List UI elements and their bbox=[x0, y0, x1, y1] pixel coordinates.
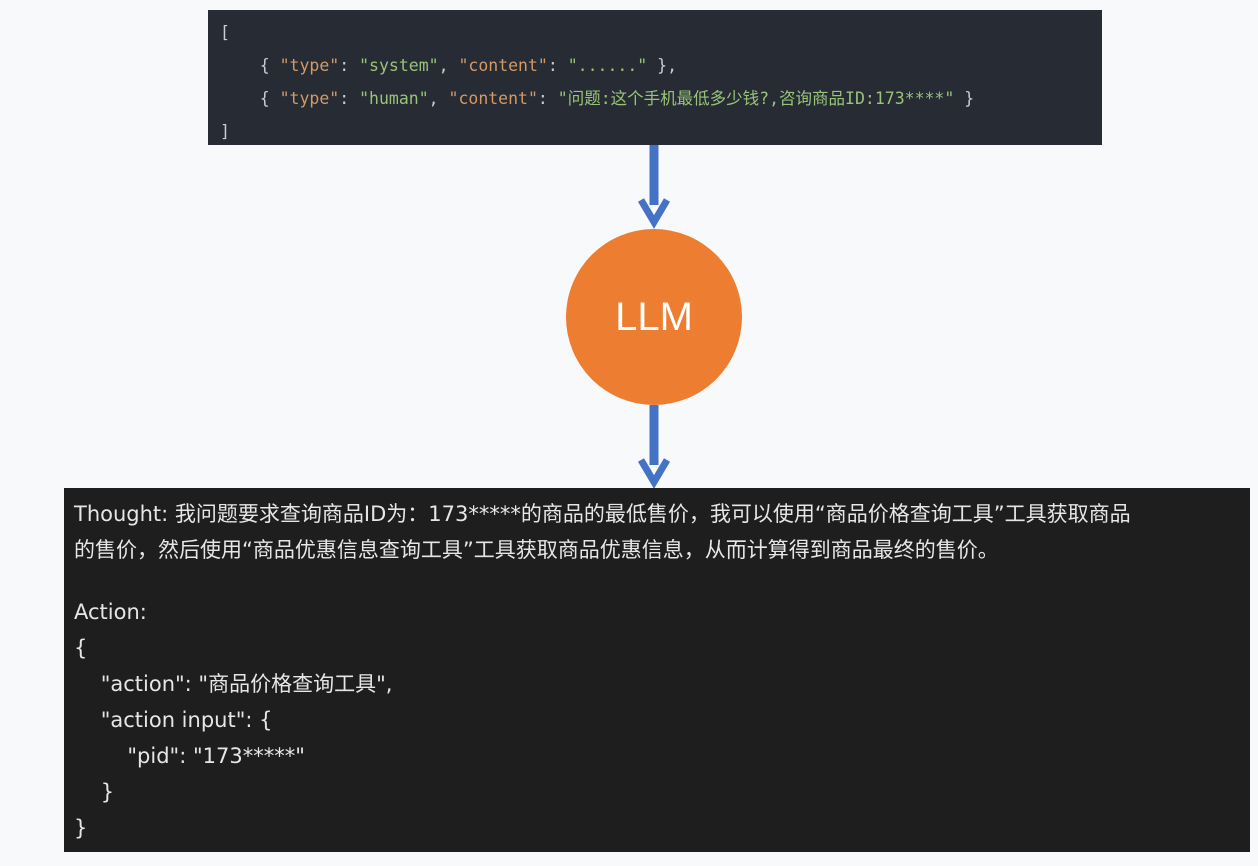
action-label: Action: bbox=[74, 600, 147, 624]
action-json-line: } bbox=[74, 780, 115, 804]
type-value: "system" bbox=[359, 56, 439, 75]
type-key: "type" bbox=[279, 89, 340, 108]
content-key: "content" bbox=[458, 56, 548, 75]
action-json-line: "pid": "173*****" bbox=[74, 744, 305, 768]
arrow-input-to-llm bbox=[637, 145, 671, 229]
arrow-llm-to-output bbox=[637, 405, 671, 489]
content-value: "......" bbox=[567, 56, 648, 75]
content-value: "问题:这个手机最低多少钱?,咨询商品ID:173****" bbox=[557, 89, 955, 108]
action-json-line: "action input": { bbox=[74, 708, 273, 732]
type-value: "human" bbox=[359, 89, 429, 108]
llm-label: LLM bbox=[615, 294, 693, 339]
input-messages-code-block: [ { "type": "system", "content": "......… bbox=[208, 10, 1102, 145]
open-bracket: [ bbox=[220, 23, 230, 42]
content-key: "content" bbox=[448, 89, 538, 108]
type-key: "type" bbox=[279, 56, 340, 75]
thought-line-2: 的售价，然后使用“商品优惠信息查询工具”工具获取商品优惠信息，从而计算得到商品最… bbox=[74, 538, 999, 562]
action-json-line: { bbox=[74, 636, 88, 660]
llm-node: LLM bbox=[566, 229, 742, 405]
action-json-line: } bbox=[74, 816, 88, 840]
close-bracket: ] bbox=[220, 122, 230, 141]
human-message-line: { "type": "human", "content": "问题:这个手机最低… bbox=[220, 89, 975, 108]
thought-line-1: Thought: 我问题要求查询商品ID为：173*****的商品的最低售价，我… bbox=[74, 502, 1131, 526]
action-json-line: "action": "商品价格查询工具", bbox=[74, 672, 393, 696]
llm-output-block: Thought: 我问题要求查询商品ID为：173*****的商品的最低售价，我… bbox=[64, 488, 1250, 852]
system-message-line: { "type": "system", "content": "......" … bbox=[220, 56, 678, 75]
